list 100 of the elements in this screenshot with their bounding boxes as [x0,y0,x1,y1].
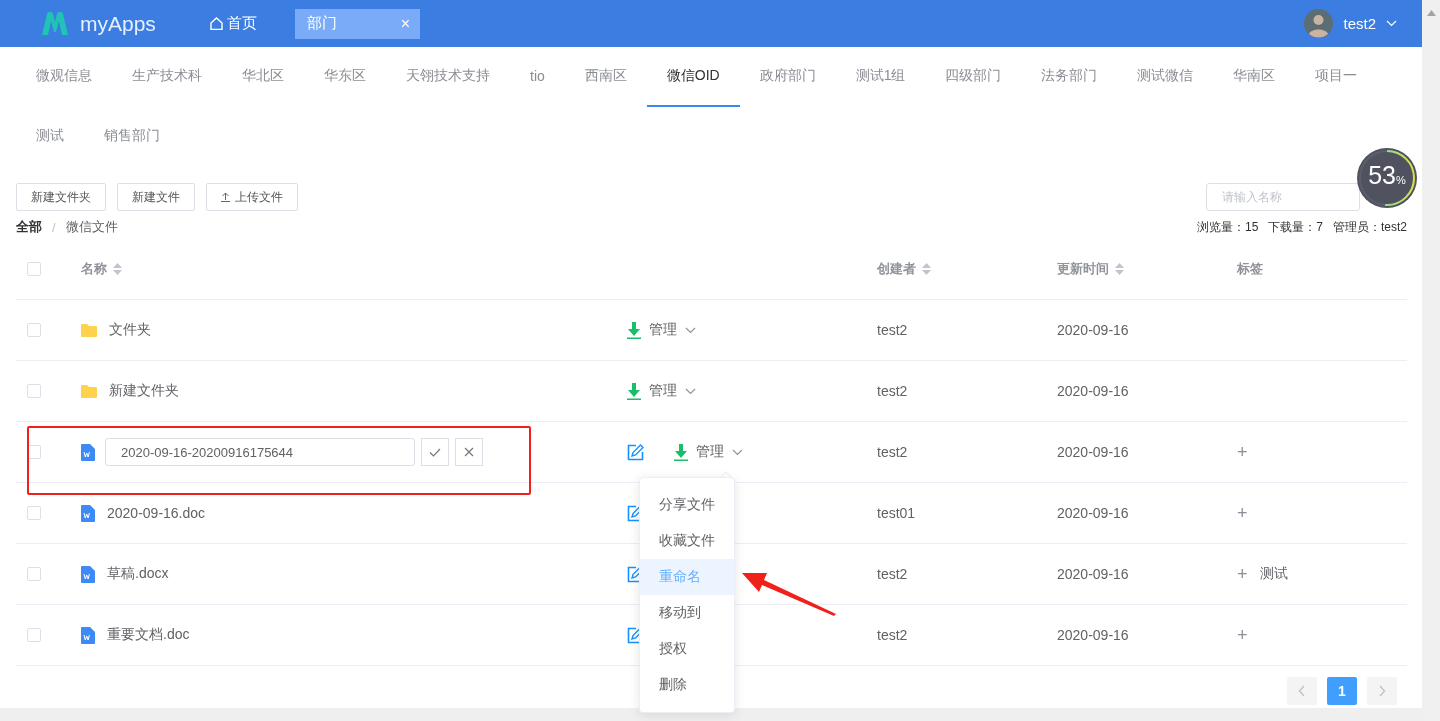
add-tag-icon[interactable]: + [1237,441,1248,463]
add-tag-icon[interactable]: + [1237,624,1248,646]
previous-page-button[interactable] [1287,677,1317,705]
word-document-icon [81,443,95,461]
department-tab[interactable]: 微信OID [646,47,740,107]
file-name[interactable]: 新建文件夹 [109,382,179,400]
row-checkbox[interactable] [27,506,41,520]
download-icon[interactable] [674,443,688,461]
breadcrumb-link[interactable]: 全部 [16,218,42,236]
creator-text: test01 [877,505,916,521]
gauge-value: 53% [1367,161,1407,190]
menu-item[interactable]: 分享文件 [640,487,734,523]
upload-button[interactable]: 上传文件 [206,183,298,211]
cancel-button[interactable] [455,438,483,466]
scroll-up-icon[interactable] [1426,10,1436,16]
date-text: 2020-09-16 [1057,566,1129,582]
department-tab[interactable]: 测试 [16,107,84,167]
creator-text: test2 [877,566,908,582]
file-name[interactable]: 草稿.docx [107,565,169,583]
tab-label: 部门 [307,14,337,33]
toolbar-button[interactable]: 新建文件 [117,183,195,211]
user-name[interactable]: test2 [1343,15,1376,32]
department-tab[interactable]: tio [510,47,565,107]
download-icon[interactable] [627,321,641,339]
creator-text: test2 [877,322,908,338]
department-tab[interactable]: 华北区 [222,47,304,107]
rename-field[interactable]: 2020-09-16-20200916175644 [105,438,415,466]
home-tab[interactable]: 首页 [210,14,295,33]
column-header: 创建者 [877,260,916,278]
menu-item[interactable]: 授权 [640,631,734,667]
file-name[interactable]: 重要文档.doc [107,626,190,644]
word-document-icon [81,504,95,522]
select-all-checkbox[interactable] [27,262,41,276]
sort-icon[interactable] [113,263,122,275]
edit-icon[interactable] [627,443,644,461]
department-tab[interactable]: 华东区 [304,47,386,107]
file-name[interactable]: 文件夹 [109,321,151,339]
folder-icon [81,323,97,337]
department-tab[interactable]: 西南区 [564,47,647,107]
sort-icon[interactable] [922,263,931,275]
department-tab[interactable]: 测试1组 [835,47,926,107]
department-tab[interactable]: 法务部门 [1021,47,1118,107]
row-checkbox[interactable] [27,384,41,398]
add-tag-icon[interactable]: + [1237,502,1248,524]
menu-item[interactable]: 删除 [640,667,734,703]
row-checkbox[interactable] [27,567,41,581]
manage-dropdown[interactable]: 管理 [649,321,696,339]
page-number[interactable]: 1 [1327,677,1357,705]
date-text: 2020-09-16 [1057,444,1129,460]
row-checkbox[interactable] [27,628,41,642]
creator-text: test2 [877,383,908,399]
chevron-down-icon [732,448,743,456]
breadcrumb-separator: / [52,219,56,235]
manage-dropdown[interactable]: 管理 [649,382,696,400]
creator-text: test2 [877,627,908,643]
date-text: 2020-09-16 [1057,322,1129,338]
folder-icon [81,384,97,398]
manage-dropdown[interactable]: 管理 [696,443,743,461]
stats-text: 浏览量：15 下载量：7 管理员：test2 [1196,218,1407,236]
breadcrumb-link[interactable]: 微信文件 [65,218,118,236]
column-header: 更新时间 [1057,260,1109,278]
menu-item[interactable]: 移动到 [640,595,734,631]
close-icon [464,447,474,457]
column-header: 标签 [1237,260,1263,278]
logo-icon [40,10,70,37]
row-checkbox[interactable] [27,323,41,337]
home-icon [210,17,223,30]
chevron-down-icon [685,387,696,395]
tag-label: 测试 [1259,565,1288,583]
department-tab[interactable]: 测试微信 [1117,47,1214,107]
menu-item[interactable]: 收藏文件 [640,523,734,559]
confirm-button[interactable] [421,438,449,466]
date-text: 2020-09-16 [1057,505,1129,521]
department-tab[interactable]: 四级部门 [925,47,1022,107]
department-tab[interactable]: 销售部门 [84,107,180,167]
file-name[interactable]: 2020-09-16.doc [107,505,206,521]
page-tab[interactable]: 部门 × [295,8,420,39]
close-icon[interactable]: × [400,14,410,33]
date-text: 2020-09-16 [1057,627,1129,643]
chevron-down-icon [1386,20,1397,27]
department-tab[interactable]: 政府部门 [739,47,836,107]
word-document-icon [81,565,95,583]
word-document-icon [81,626,95,644]
add-tag-icon[interactable]: + [1237,563,1248,585]
download-icon[interactable] [627,382,641,400]
toolbar-button[interactable]: 新建文件夹 [16,183,106,211]
sort-icon[interactable] [1115,263,1124,275]
chevron-left-icon [1298,685,1306,697]
next-page-button[interactable] [1367,677,1397,705]
department-tab[interactable]: 项目一 [1295,47,1378,107]
department-tab[interactable]: 天翎技术支持 [386,47,510,107]
search-field[interactable]: 请输入名称 [1206,183,1360,211]
department-tab[interactable]: 华南区 [1213,47,1296,107]
column-header: 名称 [81,260,107,278]
department-tab[interactable]: 生产技术科 [112,47,222,107]
menu-item[interactable]: 重命名 [640,559,734,595]
check-icon [429,447,441,457]
avatar[interactable] [1304,9,1334,38]
department-tab[interactable]: 微观信息 [16,47,112,107]
chevron-down-icon [685,326,696,334]
